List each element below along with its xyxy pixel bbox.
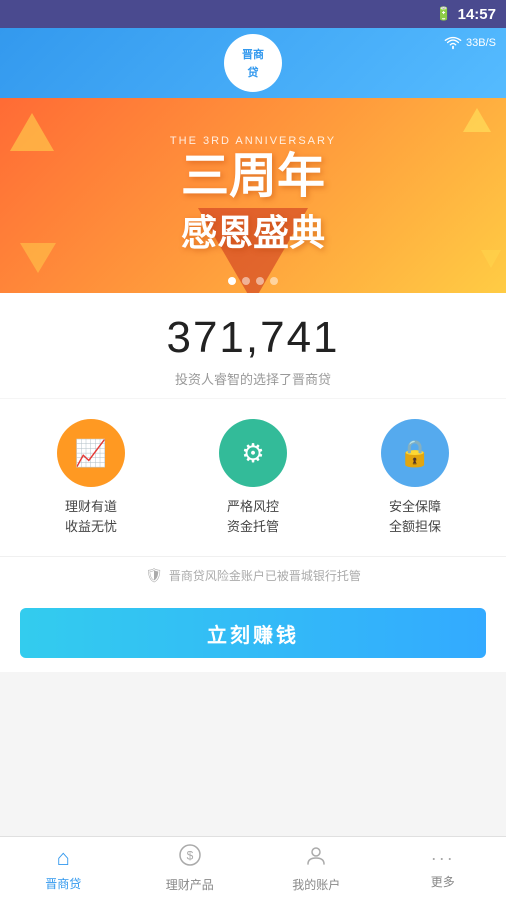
cta-section: 立刻赚钱	[0, 594, 506, 672]
banner-content: THE 3RD ANNIVERSARY 三周年 感恩盛典	[170, 135, 336, 256]
tab-home-label: 晋商贷	[45, 875, 81, 892]
header-right: 33B/S	[444, 36, 496, 50]
trust-notice: 🛡 晋商贷风险金账户已被晋城银行托管	[0, 556, 506, 594]
tab-more[interactable]: ··· 更多	[380, 837, 506, 900]
features-row: 📈 理财有道 收益无忧 ⚙ 严格风控 资金托管 🔒 安全保障 全额担保	[0, 399, 506, 556]
banner-dot-4[interactable]	[270, 277, 278, 285]
status-bar: 🔋 14:57	[0, 0, 506, 28]
banner-main-line1: 三周年	[170, 151, 336, 204]
tab-account[interactable]: 我的账户	[253, 837, 380, 900]
banner-triangle-bottomleft	[20, 243, 56, 273]
more-dots-icon: ···	[431, 848, 455, 869]
feature-finance-icon-circle: 📈	[57, 419, 125, 487]
banner-triangle-topright	[463, 108, 491, 132]
banner[interactable]: THE 3RD ANNIVERSARY 三周年 感恩盛典	[0, 98, 506, 293]
header: 晋商 贷 33B/S	[0, 28, 506, 98]
feature-security-icon-circle: 🔒	[381, 419, 449, 487]
feature-security-label: 安全保障 全额担保	[389, 497, 441, 536]
tab-bar: ⌂ 晋商贷 $ 理财产品 我的账户 ··· 更多	[0, 836, 506, 900]
products-icon: $	[179, 844, 201, 872]
tab-account-label: 我的账户	[292, 876, 340, 893]
finance-chart-icon: 📈	[75, 438, 107, 469]
feature-security: 🔒 安全保障 全额担保	[345, 419, 485, 536]
trust-text: 晋商贷风险金账户已被晋城银行托管	[169, 567, 361, 584]
logo-text-top: 晋商	[242, 46, 264, 62]
home-icon: ⌂	[57, 845, 70, 871]
banner-dot-3[interactable]	[256, 277, 264, 285]
feature-risk-label: 严格风控 资金托管	[227, 497, 279, 536]
tab-products[interactable]: $ 理财产品	[127, 837, 254, 900]
risk-control-icon: ⚙	[241, 438, 264, 469]
banner-dot-1[interactable]	[228, 277, 236, 285]
speed-indicator: 33B/S	[466, 37, 496, 49]
account-icon	[305, 844, 327, 872]
time-display: 14:57	[458, 6, 496, 23]
banner-main-line2: 感恩盛典	[170, 204, 336, 256]
banner-triangle-topleft	[10, 113, 54, 151]
shield-icon: 🛡	[145, 567, 163, 584]
feature-risk-control: ⚙ 严格风控 资金托管	[183, 419, 323, 536]
cta-button[interactable]: 立刻赚钱	[20, 608, 486, 658]
logo-text-bot: 贷	[248, 64, 259, 80]
banner-triangle-bottomright	[481, 250, 501, 268]
banner-anniversary-text: THE 3RD ANNIVERSARY	[170, 135, 336, 147]
tab-more-label: 更多	[431, 873, 455, 890]
logo: 晋商 贷	[224, 34, 282, 92]
battery-icon: 🔋	[435, 6, 451, 22]
feature-risk-icon-circle: ⚙	[219, 419, 287, 487]
security-lock-icon: 🔒	[399, 438, 431, 469]
feature-finance: 📈 理财有道 收益无忧	[21, 419, 161, 536]
investor-count: 371,741	[0, 313, 506, 363]
stats-subtitle: 投资人睿智的选择了晋商贷	[0, 369, 506, 388]
banner-dots[interactable]	[228, 277, 278, 285]
tab-products-label: 理财产品	[166, 876, 214, 893]
wifi-icon	[444, 36, 462, 50]
svg-text:$: $	[186, 849, 193, 863]
feature-finance-label: 理财有道 收益无忧	[65, 497, 117, 536]
tab-home[interactable]: ⌂ 晋商贷	[0, 837, 127, 900]
stats-section: 371,741 投资人睿智的选择了晋商贷	[0, 293, 506, 398]
banner-dot-2[interactable]	[242, 277, 250, 285]
